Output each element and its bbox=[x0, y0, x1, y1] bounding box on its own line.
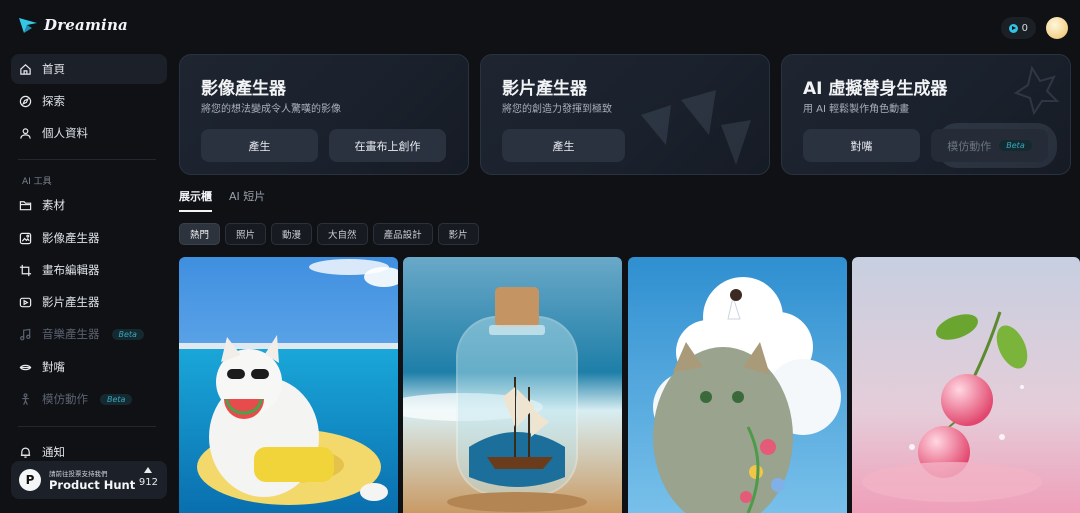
video-generator-icon bbox=[19, 297, 32, 307]
video-deco-icon bbox=[641, 90, 751, 165]
sidebar-item-label: 首頁 bbox=[42, 62, 65, 76]
sidebar-item-image-generator[interactable]: 影像產生器 bbox=[11, 223, 167, 253]
sidebar-item-assets[interactable]: 素材 bbox=[11, 190, 167, 220]
gallery-tabs: 展示櫃 AI 短片 bbox=[179, 188, 265, 212]
app-name: Dreamina bbox=[44, 16, 128, 34]
filter-nature[interactable]: 大自然 bbox=[317, 223, 368, 245]
filter-chips: 熱門 照片 動漫 大自然 產品設計 影片 bbox=[179, 223, 479, 245]
filter-videos[interactable]: 影片 bbox=[437, 223, 479, 245]
folder-icon bbox=[19, 200, 32, 210]
sidebar-item-explore[interactable]: 探索 bbox=[11, 86, 167, 116]
music-note-icon bbox=[20, 328, 31, 340]
product-hunt-caption: 請前往投票支持我們 bbox=[49, 470, 108, 478]
generate-image-button[interactable]: 產生 bbox=[201, 129, 318, 162]
upvote-icon bbox=[144, 467, 153, 473]
vote-count: 912 bbox=[138, 477, 158, 488]
gallery-image-cat-pool[interactable] bbox=[179, 257, 398, 513]
credits-badge[interactable]: 0 bbox=[1000, 17, 1036, 39]
filter-product-design[interactable]: 產品設計 bbox=[372, 223, 433, 245]
sidebar-item-label: 個人資料 bbox=[42, 126, 88, 140]
home-icon bbox=[20, 63, 31, 75]
section-label-ai-tools: AI 工具 bbox=[22, 177, 52, 187]
motion-figure-icon bbox=[22, 392, 29, 405]
gallery-image-ship-bottle[interactable] bbox=[403, 257, 622, 513]
canvas-crop-icon bbox=[19, 264, 32, 276]
credit-icon bbox=[1008, 23, 1018, 33]
sidebar-item-label: 探索 bbox=[42, 94, 65, 108]
dreamina-app: Dreamina 0 首頁 探索 個人資料 AI 工具 素材 影像產生器 畫布編… bbox=[0, 0, 1080, 513]
logo[interactable]: Dreamina bbox=[18, 16, 128, 34]
filter-anime[interactable]: 動漫 bbox=[271, 223, 313, 245]
product-hunt-name: Product Hunt bbox=[49, 478, 136, 492]
button-label: 模仿動作 bbox=[947, 139, 992, 153]
beta-badge: Beta bbox=[100, 393, 133, 405]
sidebar-divider bbox=[18, 426, 156, 427]
sidebar-item-label: 影片產生器 bbox=[42, 295, 100, 309]
feature-card-video-generator: 影片產生器 將您的創造力發揮到極致 產生 bbox=[480, 54, 770, 175]
gallery-image-anime-cat[interactable] bbox=[628, 257, 847, 513]
filter-popular[interactable]: 熱門 bbox=[179, 223, 221, 245]
create-on-canvas-button[interactable]: 在畫布上創作 bbox=[329, 129, 446, 162]
filter-photos[interactable]: 照片 bbox=[225, 223, 267, 245]
beta-badge: Beta bbox=[999, 140, 1032, 151]
cat-pool-image bbox=[179, 257, 398, 513]
lip-sync-icon bbox=[19, 364, 32, 370]
user-icon bbox=[20, 127, 31, 139]
anime-cat-image bbox=[628, 257, 847, 513]
product-hunt-icon: P bbox=[19, 469, 41, 491]
product-hunt-card[interactable]: P 請前往投票支持我們 Product Hunt 912 bbox=[11, 461, 167, 499]
sidebar-item-label: 音樂產生器 bbox=[42, 327, 100, 341]
feature-subtitle: 用 AI 輕鬆製作角色動畫 bbox=[803, 104, 910, 115]
tab-ai-shorts[interactable]: AI 短片 bbox=[229, 188, 265, 212]
feature-title: AI 虛擬替身生成器 bbox=[803, 79, 948, 99]
beta-badge: Beta bbox=[111, 328, 144, 340]
lip-sync-button[interactable]: 對嘴 bbox=[803, 129, 920, 162]
sidebar-item-label: 素材 bbox=[42, 198, 65, 212]
feature-subtitle: 將您的創造力發揮到極致 bbox=[502, 104, 612, 115]
product-hunt-votes: 912 bbox=[139, 465, 158, 488]
sidebar-item-motion-mimic[interactable]: 模仿動作 Beta bbox=[11, 384, 167, 414]
sidebar-item-profile[interactable]: 個人資料 bbox=[11, 118, 167, 148]
sidebar-item-label: 模仿動作 bbox=[42, 392, 88, 406]
sidebar-item-home[interactable]: 首頁 bbox=[11, 54, 167, 84]
sidebar-divider bbox=[18, 159, 156, 160]
dreamina-logo-icon bbox=[19, 18, 37, 33]
sidebar-item-label: 畫布編輯器 bbox=[42, 263, 100, 277]
sidebar: 首頁 探索 個人資料 AI 工具 素材 影像產生器 畫布編輯器 影片產生器 音樂… bbox=[0, 50, 170, 513]
feature-title: 影片產生器 bbox=[502, 79, 587, 99]
sidebar-item-label: 通知 bbox=[42, 445, 65, 459]
sidebar-item-label: 影像產生器 bbox=[42, 231, 100, 245]
sidebar-item-music-generator[interactable]: 音樂產生器 Beta bbox=[11, 319, 167, 349]
feature-card-avatar-generator: AI 虛擬替身生成器 用 AI 輕鬆製作角色動畫 對嘴 模仿動作 Beta bbox=[781, 54, 1071, 175]
gallery-image-cherries[interactable] bbox=[852, 257, 1080, 513]
feature-title: 影像產生器 bbox=[201, 79, 286, 99]
generate-video-button[interactable]: 產生 bbox=[502, 129, 625, 162]
bell-icon bbox=[20, 447, 31, 458]
feature-card-image-generator: 影像產生器 將您的想法變成令人驚嘆的影像 產生 在畫布上創作 bbox=[179, 54, 469, 175]
avatar[interactable] bbox=[1046, 17, 1068, 39]
tab-showcase[interactable]: 展示櫃 bbox=[179, 188, 212, 212]
sidebar-item-label: 對嘴 bbox=[42, 360, 65, 374]
sidebar-item-canvas-editor[interactable]: 畫布編輯器 bbox=[11, 255, 167, 285]
sidebar-item-lip-sync[interactable]: 對嘴 bbox=[11, 352, 167, 382]
sidebar-item-video-generator[interactable]: 影片產生器 bbox=[11, 287, 167, 317]
cherries-image bbox=[852, 257, 1080, 513]
ship-bottle-image bbox=[403, 257, 622, 513]
feature-subtitle: 將您的想法變成令人驚嘆的影像 bbox=[201, 104, 341, 115]
credits-count: 0 bbox=[1021, 22, 1028, 34]
compass-icon bbox=[19, 95, 32, 107]
image-generator-icon bbox=[19, 232, 32, 244]
motion-mimic-button[interactable]: 模仿動作 Beta bbox=[931, 129, 1048, 162]
